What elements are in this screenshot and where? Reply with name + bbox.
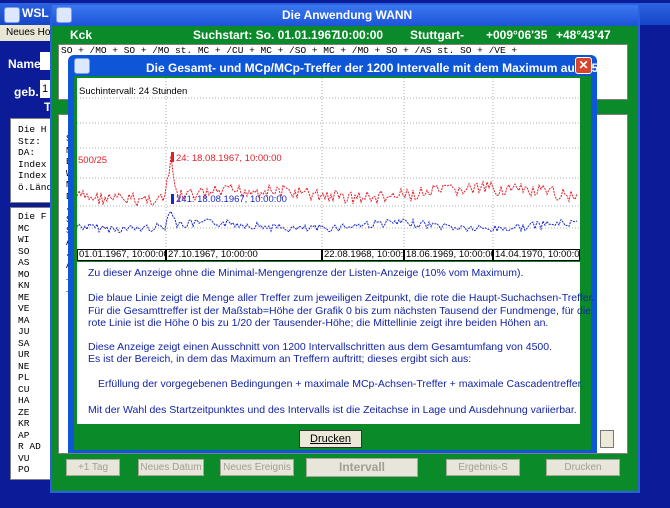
date-label-4: 18.06.1969, 10:00:00 — [404, 249, 493, 261]
upper-list-item-5[interactable]: ö.Länd — [18, 182, 53, 194]
red-series-line — [77, 155, 578, 208]
date-label-2: 27.10.1967, 10:00:00 — [166, 249, 322, 261]
desc-line-2: Die blaue Linie zeigt die Menge aller Tr… — [88, 292, 595, 304]
interval-button[interactable]: Intervall — [306, 458, 418, 477]
lower-list-item-17[interactable]: ZE — [18, 407, 53, 419]
back-window-title: WSL — [22, 6, 49, 20]
lower-list-item-9[interactable]: MA — [18, 315, 53, 327]
header-latitude: +48°43'47 — [556, 28, 611, 42]
back-lower-list[interactable]: Die F MC WI SO AS MO KN ME VE MA JU SA UR NE PL CU HA ZE K… — [10, 207, 54, 480]
lower-list-items: Die F MC WI SO AS MO KN ME VE MA JU SA UR NE PL CU HA ZE K… — [11, 208, 53, 476]
description-panel: Zu dieser Anzeige ohne die Minimal-Menge… — [77, 262, 594, 424]
interval-label: Suchintervall: 24 Stunden — [79, 86, 188, 97]
upper-list-items: Die H Stz: DA: Index Index ö.Länd — [11, 119, 53, 193]
dialog-close-icon[interactable]: ✕ — [575, 57, 592, 74]
lower-list-item-19[interactable]: AP — [18, 430, 53, 442]
red-peak-marker — [171, 152, 174, 162]
desc-line-4: rote Linie ist die Höhe 0 bis zu 1/20 de… — [88, 317, 549, 329]
lower-list-item-7[interactable]: ME — [18, 292, 53, 304]
wann-app-icon — [56, 7, 72, 23]
back-upper-list[interactable]: Die H Stz: DA: Index Index ö.Länd — [10, 118, 54, 203]
lower-list-item-2[interactable]: WI — [18, 234, 53, 246]
lower-list-item-21[interactable]: VU — [18, 453, 53, 465]
date-label-1: 01.01.1967, 10:00:00 — [77, 249, 166, 261]
print-button[interactable]: Drucken — [299, 430, 362, 448]
lower-list-item-22[interactable]: PO — [18, 464, 53, 476]
red-peak-label: 24: 18.08.1967, 10:00:00 — [176, 153, 282, 164]
lower-list-item-18[interactable]: KR — [18, 418, 53, 430]
header-search-start: Suchstart: So. 01.01.1967 — [193, 28, 338, 42]
new-event-button[interactable]: Neues Ereignis — [220, 459, 294, 476]
upper-list-item-0[interactable]: Die H — [18, 124, 53, 136]
header-time: 10:00:00 — [335, 28, 384, 42]
result-button[interactable]: Ergebnis-S — [446, 459, 520, 476]
upper-list-item-2[interactable]: DA: — [18, 147, 53, 159]
name-label: Name — [8, 57, 41, 71]
lower-list-item-12[interactable]: UR — [18, 349, 53, 361]
dialog-title: Die Gesamt- und MCp/MCp-Treffer der 1200… — [146, 61, 612, 75]
lower-list-item-14[interactable]: PL — [18, 372, 53, 384]
print-button-label: Drucken — [310, 433, 351, 445]
lower-list-item-11[interactable]: SA — [18, 338, 53, 350]
lower-list-item-15[interactable]: CU — [18, 384, 53, 396]
upper-list-item-1[interactable]: Stz: — [18, 136, 53, 148]
date-axis: 01.01.1967, 10:00:00 27.10.1967, 10:00:0… — [77, 249, 580, 261]
plus-one-day-button[interactable]: +1 Tag — [66, 459, 120, 476]
hits-chart: Suchintervall: 24 Stunden 500/25 24: 18.… — [77, 78, 580, 260]
dialog-icon — [74, 58, 90, 74]
header-code: Kck — [70, 28, 93, 42]
lower-list-item-0[interactable]: Die F — [18, 211, 53, 223]
desc-line-3: Für die Gesamttreffer ist der Maßstab=Hö… — [88, 305, 591, 317]
lower-list-item-20[interactable]: R AD — [18, 441, 53, 453]
lower-list-item-6[interactable]: KN — [18, 280, 53, 292]
left-axis-label: 500/25 — [78, 155, 108, 166]
date-label-3: 22.08.1968, 10:00:00 — [322, 249, 404, 261]
app-icon — [4, 7, 20, 23]
desc-line-6: Es ist der Bereich, in dem das Maximum a… — [88, 353, 472, 365]
hits-chart-svg — [77, 78, 580, 250]
lower-list-item-8[interactable]: VE — [18, 303, 53, 315]
lower-list-item-3[interactable]: SO — [18, 246, 53, 258]
scroll-button[interactable] — [600, 430, 614, 448]
upper-list-item-3[interactable]: Index — [18, 159, 53, 171]
upper-list-item-4[interactable]: Index — [18, 170, 53, 182]
desc-line-1: Zu dieser Anzeige ohne die Minimal-Menge… — [88, 267, 524, 279]
desc-line-7: Erfüllung der vorgegebenen Bedingungen +… — [98, 378, 584, 390]
lower-list-item-10[interactable]: JU — [18, 326, 53, 338]
desc-line-8: Mit der Wahl des Startzeitpunktes und de… — [88, 404, 577, 416]
wann-title: Die Anwendung WANN — [282, 8, 413, 22]
header-longitude: +009°06'35 — [486, 28, 548, 42]
new-date-button[interactable]: Neues Datum — [138, 459, 204, 476]
header-place: Stuttgart- — [410, 28, 464, 42]
geb-label: geb. — [14, 85, 39, 99]
chart-grid — [77, 78, 580, 250]
lower-list-item-5[interactable]: MO — [18, 269, 53, 281]
lower-list-item-13[interactable]: NE — [18, 361, 53, 373]
blue-peak-marker — [171, 194, 174, 204]
desc-line-5: Diese Anzeige zeigt einen Ausschnitt von… — [88, 341, 553, 353]
lower-list-item-4[interactable]: AS — [18, 257, 53, 269]
search-header: Kck Suchstart: So. 01.01.1967 10:00:00 S… — [52, 26, 638, 44]
print-button-back[interactable]: Drucken — [546, 459, 620, 476]
blue-peak-label: 241: 18.08.1967, 10:00:00 — [176, 194, 287, 205]
blue-series-line — [77, 210, 578, 235]
lower-list-item-16[interactable]: HA — [18, 395, 53, 407]
date-label-5: 14.04.1970, 10:00:00 — [493, 249, 580, 261]
lower-list-item-1[interactable]: MC — [18, 223, 53, 235]
